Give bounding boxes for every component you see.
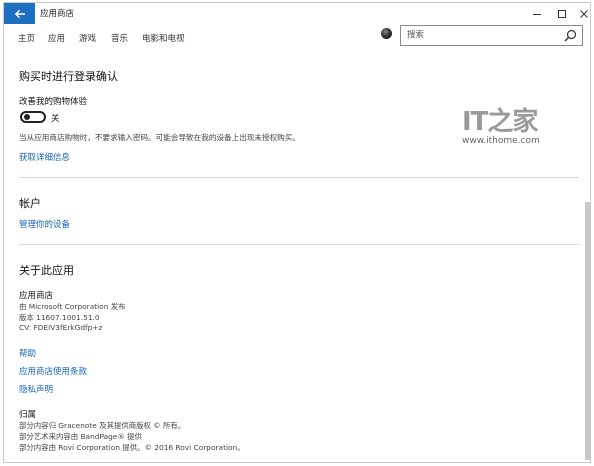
attribution-heading: 归属 [19, 410, 37, 420]
maximize-icon [558, 9, 566, 18]
manage-devices-link[interactable]: 管理你的设备 [19, 218, 70, 230]
learn-more-link[interactable]: 获取详细信息 [19, 151, 70, 163]
nav-item-apps[interactable]: 应用 [48, 32, 65, 44]
title-bar: 应用商店 [4, 3, 590, 24]
toggle-knob [24, 114, 30, 120]
app-window: 应用商店 主页 应用 游戏 音乐 电影和电视 购买时进行登录确认 改善我的购物体… [3, 2, 591, 463]
app-publisher: 由 Microsoft Corporation 发布 [19, 302, 126, 311]
account-section-heading: 帐户 [19, 197, 41, 210]
search-icon[interactable] [564, 29, 577, 42]
watermark-logo: IT之家 [462, 107, 538, 137]
back-button[interactable] [4, 3, 35, 24]
nav-item-games[interactable]: 游戏 [79, 32, 96, 44]
search-box[interactable] [400, 25, 583, 46]
section-divider [19, 177, 579, 178]
scrollbar-thumb[interactable] [585, 202, 590, 460]
nav-item-home[interactable]: 主页 [18, 32, 35, 44]
attribution-line: 部分内容归 Gracenote 及其提供商版权 © 所有。 [19, 421, 186, 430]
app-version: 版本 11607.1001.51.0 [19, 313, 100, 322]
window-title: 应用商店 [40, 9, 75, 19]
nav-item-music[interactable]: 音乐 [111, 32, 128, 44]
purchase-section-heading: 购买时进行登录确认 [19, 70, 118, 83]
shopping-setting-label: 改善我的购物体验 [19, 97, 88, 107]
search-input[interactable] [407, 30, 557, 40]
attribution-line: 部分艺术来内容由 BandPage® 提供 [19, 432, 142, 441]
nav-item-movies-tv[interactable]: 电影和电视 [142, 32, 185, 44]
user-avatar[interactable] [381, 28, 392, 39]
app-name: 应用商店 [19, 291, 54, 301]
watermark: IT之家 www.ithome.com [462, 101, 552, 151]
purchase-signin-toggle[interactable] [20, 111, 46, 123]
close-icon [580, 9, 588, 18]
watermark-url: www.ithome.com [462, 136, 540, 146]
purchase-description: 当从应用商店购物时，不要求输入密码。可能会导致在我的设备上出现未授权购买。 [19, 133, 300, 142]
terms-of-use-link[interactable]: 应用商店使用条款 [19, 365, 87, 377]
app-cv: CV: FDEIV3fErkGdfp+z [19, 323, 103, 332]
help-link[interactable]: 帮助 [19, 347, 36, 359]
about-section-heading: 关于此应用 [19, 264, 74, 277]
back-arrow-icon [14, 9, 25, 18]
minimize-button[interactable] [523, 3, 551, 24]
section-divider [19, 244, 579, 245]
privacy-statement-link[interactable]: 隐私声明 [19, 383, 53, 395]
close-button[interactable] [570, 3, 590, 24]
toggle-state-label: 关 [51, 114, 60, 124]
vertical-scrollbar[interactable] [583, 52, 590, 462]
attribution-line: 部分内容由 Rovi Corporation 提供。© 2016 Rovi Co… [19, 443, 245, 452]
minimize-icon [533, 13, 541, 15]
